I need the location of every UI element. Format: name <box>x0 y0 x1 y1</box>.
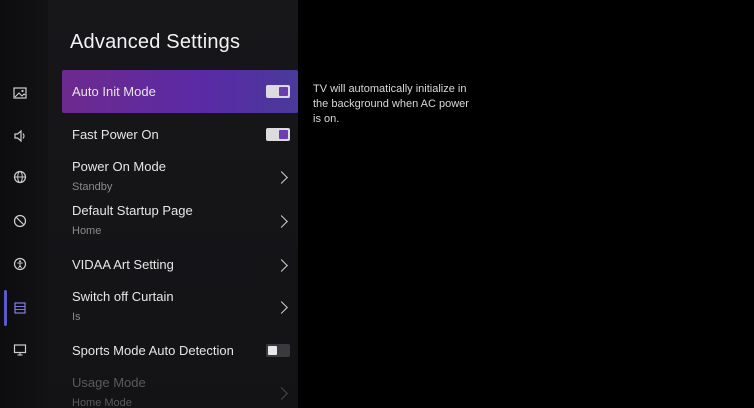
item-description: TV will automatically initialize in the … <box>313 83 469 125</box>
support-icon[interactable] <box>8 338 32 362</box>
menu-item-value: Home <box>72 225 102 237</box>
sports-mode-auto-detection-toggle[interactable] <box>266 344 290 357</box>
menu-item-label: Auto Init Mode <box>72 84 156 99</box>
toggle-knob <box>279 130 288 139</box>
menu-item-sports-mode-auto-detection[interactable]: Sports Mode Auto Detection <box>62 336 298 366</box>
menu-item-switch-off-curtain[interactable]: Switch off Curtain Is <box>62 285 298 327</box>
menu-item-usage-mode[interactable]: Usage Mode Home Mode <box>62 371 298 408</box>
page-title: Advanced Settings <box>70 31 241 53</box>
menu-item-fast-power-on[interactable]: Fast Power On <box>62 120 298 150</box>
menu-item-label: Default Startup Page <box>72 203 193 218</box>
toggle-knob <box>268 346 277 355</box>
display-icon[interactable] <box>8 209 32 233</box>
chevron-right-icon <box>275 301 288 314</box>
menu-item-label: Usage Mode <box>72 375 146 390</box>
menu-item-vidaa-art-setting[interactable]: VIDAA Art Setting <box>62 250 298 280</box>
accessibility-icon[interactable] <box>8 252 32 276</box>
menu-item-value: Home Mode <box>72 397 132 408</box>
toggle-knob <box>279 87 288 96</box>
menu-item-label: Fast Power On <box>72 127 159 142</box>
picture-icon[interactable] <box>8 81 32 105</box>
menu-item-label: VIDAA Art Setting <box>72 257 174 272</box>
rail-active-indicator <box>4 290 7 326</box>
menu-item-auto-init-mode[interactable]: Auto Init Mode <box>62 70 298 113</box>
auto-init-mode-toggle[interactable] <box>266 85 290 98</box>
system-icon[interactable] <box>8 296 32 320</box>
menu-item-label: Power On Mode <box>72 159 166 174</box>
menu-item-power-on-mode[interactable]: Power On Mode Standby <box>62 155 298 197</box>
sound-icon[interactable] <box>8 124 32 148</box>
fast-power-on-toggle[interactable] <box>266 128 290 141</box>
chevron-right-icon <box>275 387 288 400</box>
menu-item-default-startup-page[interactable]: Default Startup Page Home <box>62 199 298 241</box>
side-rail <box>0 0 48 408</box>
menu-item-label: Switch off Curtain <box>72 289 174 304</box>
chevron-right-icon <box>275 171 288 184</box>
menu-item-value: Standby <box>72 181 113 193</box>
network-icon[interactable] <box>8 165 32 189</box>
chevron-right-icon <box>275 259 288 272</box>
menu-item-value: Is <box>72 311 81 323</box>
menu-item-label: Sports Mode Auto Detection <box>72 343 234 358</box>
chevron-right-icon <box>275 215 288 228</box>
